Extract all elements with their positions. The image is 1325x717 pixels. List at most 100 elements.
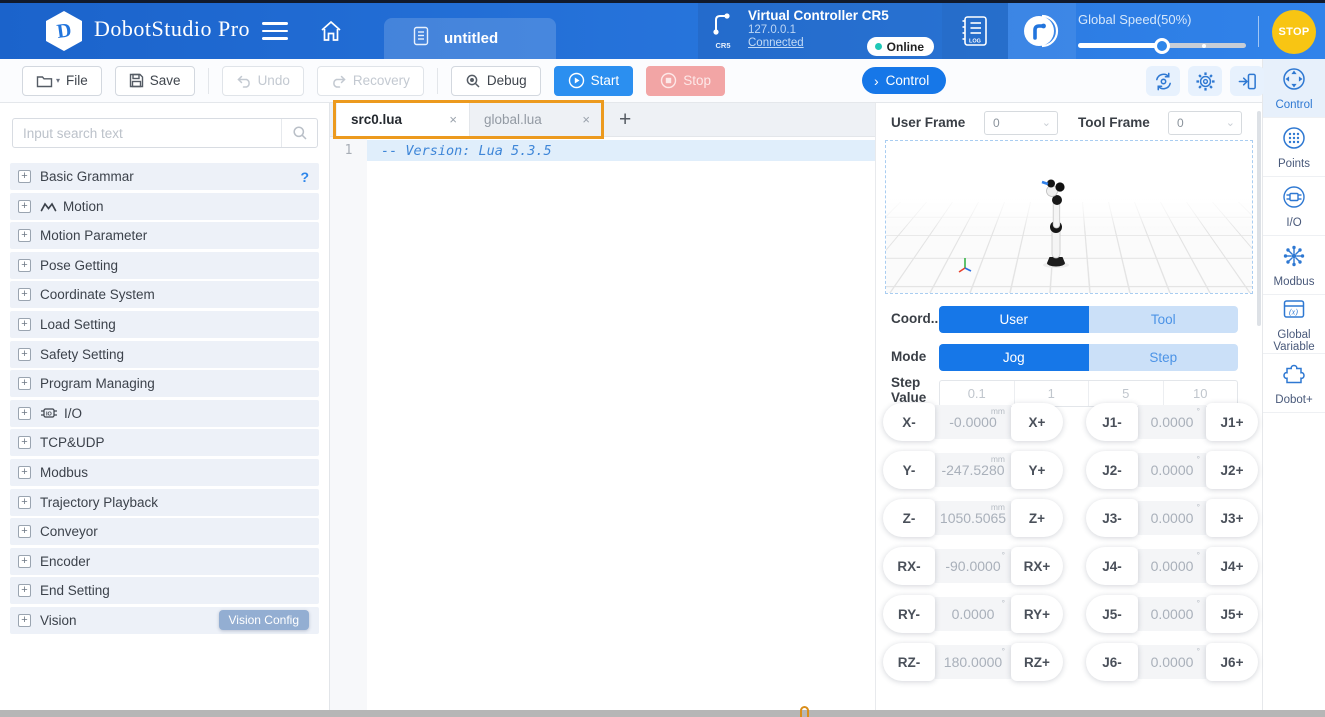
vision-config-button[interactable]: Vision Config [218, 610, 309, 631]
expand-icon[interactable]: + [18, 613, 31, 627]
log-button[interactable]: LOG [942, 3, 1008, 59]
expand-icon[interactable]: + [18, 495, 31, 509]
editor-tab-global-lua[interactable]: global.lua × [470, 103, 603, 136]
file-button[interactable]: ▾ File [22, 65, 102, 96]
x-plus-button[interactable]: X+ [1011, 403, 1063, 441]
rail-item-dobot[interactable]: Dobot+ [1263, 354, 1325, 413]
expand-icon[interactable]: + [18, 229, 31, 243]
sidebar-item-basic-grammar[interactable]: + Basic Grammar? [10, 163, 319, 190]
j5-plus-button[interactable]: J5+ [1206, 595, 1258, 633]
j4-plus-button[interactable]: J4+ [1206, 547, 1258, 585]
mode-option-step[interactable]: Step [1088, 344, 1238, 371]
sidebar-item-load-setting[interactable]: + Load Setting [10, 310, 319, 338]
expand-icon[interactable]: + [18, 258, 31, 272]
tool-frame-select[interactable]: 0 ⌄ [1168, 111, 1242, 135]
expand-icon[interactable]: + [18, 377, 31, 391]
slider-handle[interactable] [1154, 37, 1170, 54]
robot-3d-viewport[interactable] [885, 140, 1253, 294]
menu-icon[interactable] [262, 22, 288, 41]
close-tab-icon[interactable]: × [449, 112, 457, 127]
x-minus-button[interactable]: X- [883, 403, 935, 441]
mode-option-jog[interactable]: Jog [939, 344, 1089, 371]
editor-current-line[interactable]: -- Version: Lua 5.3.5 [367, 140, 875, 161]
sidebar-item-i-o[interactable]: + IO I/O [10, 399, 319, 427]
y-plus-button[interactable]: Y+ [1011, 451, 1063, 489]
new-tab-button[interactable]: + [619, 109, 631, 130]
home-icon[interactable] [318, 18, 344, 49]
ry-plus-button[interactable]: RY+ [1011, 595, 1063, 633]
z-minus-button[interactable]: Z- [883, 499, 935, 537]
sidebar-item-program-managing[interactable]: + Program Managing [10, 370, 319, 398]
coord-option-tool[interactable]: Tool [1088, 306, 1238, 333]
j6-plus-button[interactable]: J6+ [1206, 643, 1258, 681]
debug-button[interactable]: Debug [450, 65, 541, 96]
settings-gear-icon[interactable] [1188, 66, 1222, 96]
global-speed-slider[interactable] [1078, 37, 1246, 54]
expand-icon[interactable]: + [18, 170, 31, 183]
sidebar-item-motion[interactable]: + Motion [10, 192, 319, 220]
expand-icon[interactable]: + [18, 436, 31, 450]
expand-icon[interactable]: + [18, 525, 31, 539]
coord-option-user[interactable]: User [939, 306, 1089, 333]
ry-minus-button[interactable]: RY- [883, 595, 935, 633]
j1-minus-button[interactable]: J1- [1086, 403, 1138, 441]
y-minus-button[interactable]: Y- [883, 451, 935, 489]
j2-plus-button[interactable]: J2+ [1206, 451, 1258, 489]
expand-icon[interactable]: + [18, 288, 31, 302]
z-plus-button[interactable]: Z+ [1011, 499, 1063, 537]
expand-icon[interactable]: + [18, 554, 31, 568]
expand-icon[interactable]: + [18, 347, 31, 361]
collapse-panel-icon[interactable] [1230, 66, 1264, 96]
expand-icon[interactable]: + [18, 317, 31, 331]
horizontal-scrollbar[interactable] [0, 710, 1325, 717]
expand-icon[interactable]: + [18, 465, 31, 479]
editor-tab-src0-lua[interactable]: src0.lua × [337, 103, 470, 136]
sidebar-item-end-setting[interactable]: + End Setting [10, 577, 319, 605]
rail-item-i-o[interactable]: I/O [1263, 177, 1325, 236]
expand-icon[interactable]: + [18, 199, 31, 213]
sidebar-item-safety-setting[interactable]: + Safety Setting [10, 340, 319, 368]
sidebar-item-pose-getting[interactable]: + Pose Getting [10, 251, 319, 279]
sidebar-item-conveyor[interactable]: + Conveyor [10, 518, 319, 546]
sidebar-item-trajectory-playback[interactable]: + Trajectory Playback [10, 488, 319, 516]
j3-plus-button[interactable]: J3+ [1206, 499, 1258, 537]
j6-minus-button[interactable]: J6- [1086, 643, 1138, 681]
j2-minus-button[interactable]: J2- [1086, 451, 1138, 489]
undo-button[interactable]: Undo [221, 65, 304, 96]
j4-minus-button[interactable]: J4- [1086, 547, 1138, 585]
expand-icon[interactable]: + [18, 406, 31, 420]
rail-item-global-variable[interactable]: (x) Global Variable [1263, 295, 1325, 354]
sidebar-item-motion-parameter[interactable]: + Motion Parameter [10, 222, 319, 250]
rz-plus-button[interactable]: RZ+ [1011, 643, 1063, 681]
control-panel-toggle[interactable]: › Control [862, 67, 947, 94]
user-frame-select[interactable]: 0 ⌄ [984, 111, 1058, 135]
rx-minus-button[interactable]: RX- [883, 547, 935, 585]
rz-minus-button[interactable]: RZ- [883, 643, 935, 681]
panel-scrollbar[interactable] [1257, 111, 1261, 326]
start-button[interactable]: Start [553, 65, 634, 96]
search-input[interactable] [13, 125, 281, 141]
rail-item-control[interactable]: Control [1263, 59, 1325, 118]
j3-minus-button[interactable]: J3- [1086, 499, 1138, 537]
sidebar-item-tcp-udp[interactable]: + TCP&UDP [10, 429, 319, 457]
emergency-stop-button[interactable]: STOP [1272, 10, 1316, 54]
expand-icon[interactable]: + [18, 584, 31, 598]
sidebar-item-encoder[interactable]: + Encoder [10, 547, 319, 575]
robot-mode-button[interactable] [1008, 3, 1076, 59]
document-tab-untitled[interactable]: untitled [384, 18, 556, 59]
help-icon[interactable]: ? [300, 169, 309, 185]
rail-item-modbus[interactable]: Modbus [1263, 236, 1325, 295]
stop-button[interactable]: Stop [646, 65, 725, 96]
j5-minus-button[interactable]: J5- [1086, 595, 1138, 633]
calibration-sync-icon[interactable] [1146, 66, 1180, 96]
rx-plus-button[interactable]: RX+ [1011, 547, 1063, 585]
save-button[interactable]: Save [114, 65, 195, 96]
rail-item-points[interactable]: Points [1263, 118, 1325, 177]
recovery-button[interactable]: Recovery [316, 65, 424, 96]
close-tab-icon[interactable]: × [582, 112, 590, 127]
sidebar-item-vision[interactable]: + Vision Vision Config [10, 606, 319, 634]
j1-plus-button[interactable]: J1+ [1206, 403, 1258, 441]
sidebar-item-modbus[interactable]: + Modbus [10, 458, 319, 486]
search-icon[interactable] [281, 119, 317, 147]
sidebar-item-coordinate-system[interactable]: + Coordinate System [10, 281, 319, 309]
